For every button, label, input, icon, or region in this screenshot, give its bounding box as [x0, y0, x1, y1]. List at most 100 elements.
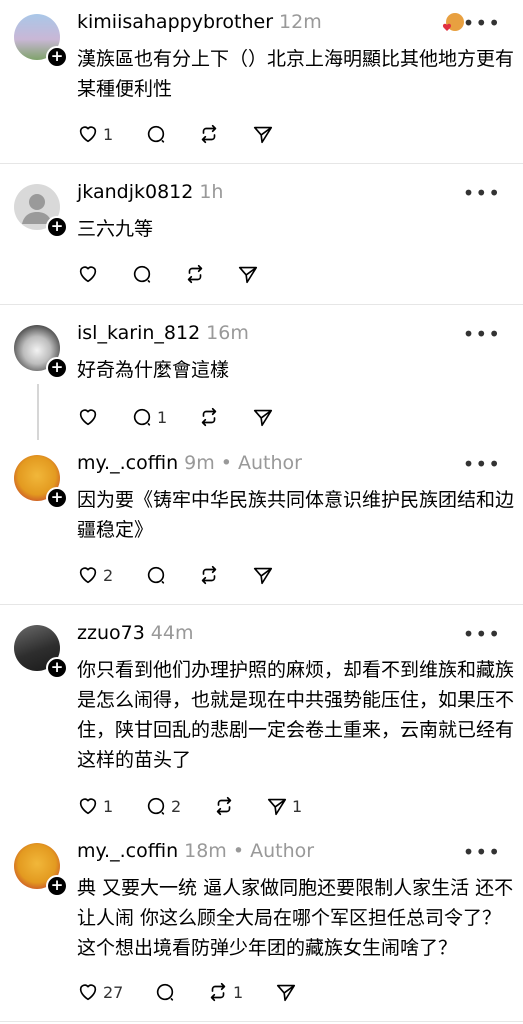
- like-count: 2: [103, 565, 114, 585]
- username[interactable]: zzuo73: [77, 622, 145, 644]
- avatar[interactable]: +: [14, 325, 68, 379]
- post-header: zzuo73 44m: [77, 622, 193, 644]
- follow-plus-icon[interactable]: +: [46, 487, 68, 509]
- username[interactable]: jkandjk0812: [77, 181, 193, 203]
- more-icon[interactable]: •••: [463, 11, 501, 35]
- username[interactable]: isl_karin_812: [77, 322, 200, 344]
- follow-plus-icon[interactable]: +: [46, 357, 68, 379]
- follow-plus-icon[interactable]: +: [46, 875, 68, 897]
- post-item: + kimiisahappybrother 12m ••• 漢族區也有分上下（）北…: [0, 11, 523, 164]
- avatar[interactable]: +: [14, 14, 68, 68]
- username[interactable]: my._.coffin: [77, 452, 178, 474]
- repost-button[interactable]: [213, 794, 239, 818]
- avatar[interactable]: +: [14, 184, 68, 238]
- comment-button[interactable]: 2: [145, 794, 181, 818]
- follow-plus-icon[interactable]: +: [46, 46, 68, 68]
- more-icon[interactable]: •••: [463, 622, 501, 646]
- share-icon: [253, 409, 273, 427]
- share-button[interactable]: [252, 405, 278, 429]
- repost-button[interactable]: [198, 405, 224, 429]
- avatar[interactable]: +: [14, 625, 68, 679]
- timestamp: 1h: [199, 181, 224, 203]
- like-button[interactable]: [77, 405, 103, 429]
- share-button[interactable]: [275, 980, 301, 1004]
- follow-plus-icon[interactable]: +: [46, 657, 68, 679]
- repost-icon: [187, 264, 203, 284]
- repost-button[interactable]: 1: [207, 980, 243, 1004]
- repost-icon: [201, 407, 217, 427]
- post-text: 你只看到他们办理护照的麻烦，却看不到维族和藏族是怎么闹得，也就是现在中共强势能压…: [77, 659, 515, 771]
- more-icon[interactable]: •••: [463, 322, 501, 346]
- timestamp: 12m: [279, 11, 322, 33]
- comment-count: 2: [171, 796, 182, 816]
- share-button[interactable]: [237, 262, 263, 286]
- post-item: + jkandjk0812 1h ••• 三六九等: [0, 181, 523, 304]
- post-text: 三六九等: [77, 218, 154, 240]
- heart-icon: [79, 798, 97, 815]
- share-icon: [267, 798, 287, 816]
- share-button[interactable]: [252, 122, 278, 146]
- repost-icon: [216, 796, 232, 816]
- post-header: isl_karin_812 16m: [77, 322, 249, 344]
- post-item: + zzuo73 44m ••• 你只看到他们办理护照的麻烦，却看不到维族和藏族是…: [0, 622, 523, 825]
- repost-button[interactable]: [198, 563, 224, 587]
- username[interactable]: kimiisahappybrother: [77, 11, 273, 33]
- share-count: 1: [292, 796, 303, 816]
- divider: [0, 304, 523, 305]
- like-button[interactable]: 1: [77, 122, 113, 146]
- like-button[interactable]: 1: [77, 794, 113, 818]
- comment-count: 1: [157, 407, 168, 427]
- avatar[interactable]: +: [14, 843, 68, 897]
- more-icon[interactable]: •••: [463, 452, 501, 476]
- share-button[interactable]: 1: [266, 794, 302, 818]
- like-button[interactable]: 2: [77, 563, 113, 587]
- comment-icon: [147, 566, 165, 584]
- heart-icon: [79, 409, 97, 426]
- like-count: 27: [103, 982, 124, 1002]
- comment-button[interactable]: [145, 122, 171, 146]
- username[interactable]: my._.coffin: [77, 840, 178, 862]
- divider: [0, 1021, 523, 1022]
- timestamp: 18m: [184, 840, 227, 862]
- follow-plus-icon[interactable]: +: [46, 216, 68, 238]
- post-text: 漢族區也有分上下（）北京上海明顯比其他地方更有某種便利性: [77, 48, 515, 100]
- avatar[interactable]: +: [14, 455, 68, 509]
- author-badge: • Author: [220, 452, 302, 474]
- comment-icon: [156, 983, 174, 1001]
- heart-icon: [79, 266, 97, 283]
- post-item: + isl_karin_812 16m ••• 好奇為什麼會這樣 1: [0, 322, 523, 445]
- repost-button[interactable]: [198, 122, 224, 146]
- repost-icon: [201, 124, 217, 144]
- timestamp: 16m: [206, 322, 249, 344]
- timestamp: 44m: [150, 622, 194, 644]
- comment-icon: [147, 125, 165, 143]
- comment-button[interactable]: 1: [131, 405, 167, 429]
- comment-button[interactable]: [131, 262, 157, 286]
- like-count: 1: [103, 124, 114, 144]
- post-header: my._.coffin 18m • Author: [77, 840, 314, 862]
- post-header: jkandjk0812 1h: [77, 181, 223, 203]
- repost-icon: [210, 982, 226, 1002]
- timestamp: 9m: [184, 452, 215, 474]
- comment-icon: [147, 797, 165, 815]
- more-icon[interactable]: •••: [463, 181, 501, 205]
- post-text: 好奇為什麼會這樣: [77, 359, 230, 381]
- more-icon[interactable]: •••: [463, 840, 501, 864]
- share-icon: [253, 126, 273, 144]
- heart-icon: [79, 567, 97, 584]
- post-text: 典 又要大一统 逼人家做同胞还要限制人家生活 还不让人闹 你这么顾全大局在哪个军…: [77, 877, 514, 959]
- heart-icon: [79, 984, 97, 1001]
- comment-button[interactable]: [145, 563, 171, 587]
- share-button[interactable]: [252, 563, 278, 587]
- like-button[interactable]: 27: [77, 980, 123, 1004]
- liker-avatar: [441, 11, 465, 35]
- heart-icon: [79, 126, 97, 143]
- repost-button[interactable]: [184, 262, 210, 286]
- post-item: + my._.coffin 9m • Author ••• 因为要《铸牢中华民族共…: [0, 452, 523, 595]
- post-header: kimiisahappybrother 12m: [77, 11, 322, 33]
- divider: [0, 604, 523, 605]
- repost-icon: [201, 565, 217, 585]
- author-badge: • Author: [232, 840, 315, 862]
- like-button[interactable]: [77, 262, 103, 286]
- comment-button[interactable]: [154, 980, 180, 1004]
